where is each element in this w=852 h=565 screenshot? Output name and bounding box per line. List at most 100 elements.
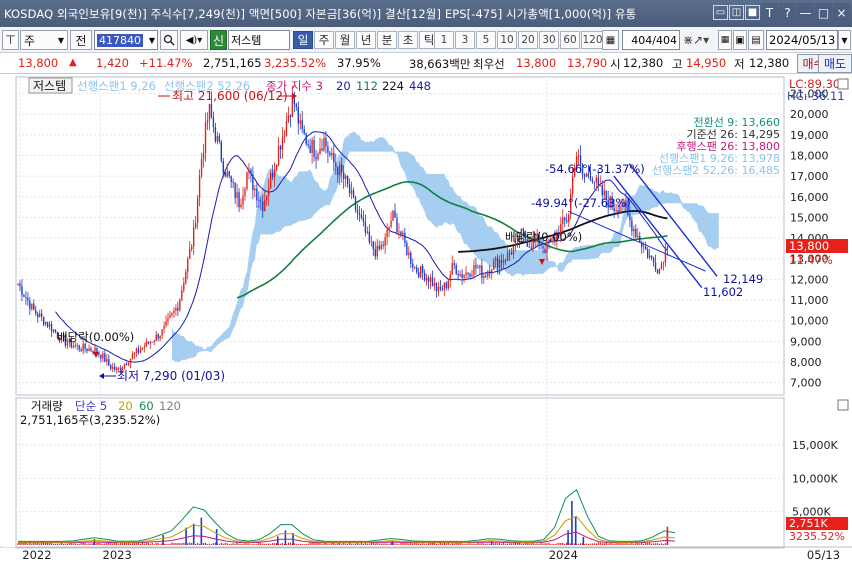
tab-month[interactable]: 월 [335,31,355,49]
tab-minute[interactable]: 분 [377,31,397,49]
grid-icon[interactable]: ▦ [718,30,732,50]
help-icon[interactable]: ? [779,3,796,22]
tab-day[interactable]: 일 [293,31,313,49]
stock-code-value: 417840 [97,33,143,47]
volume-bar [502,542,505,545]
volume-bar [649,542,651,545]
volume-bar [629,543,631,545]
candle-body [431,277,434,286]
volume-bar [39,543,41,545]
volume-bar [499,543,501,545]
calendar-icon[interactable]: ▤ [748,30,764,50]
volume-bar [550,543,552,545]
font-size-icon[interactable]: T [761,3,778,22]
interval-1[interactable]: 1 [434,31,454,49]
pin-icon[interactable]: ⊤ [2,30,19,50]
candle-body [384,237,386,246]
maximize-panel-icon[interactable] [837,399,849,411]
high-label: 고 [672,57,683,71]
candle-body [360,214,363,219]
mode-select[interactable]: 주 ▼ [20,30,68,50]
volume-bar [605,542,607,545]
volume-bar [406,543,408,545]
prev-button[interactable]: 전 [70,30,92,50]
candle-body [206,120,209,123]
x-axis-labels: 2022 2023 2024 05/13 [22,548,840,562]
interval-5[interactable]: 5 [476,31,496,49]
volume-bar [495,543,497,545]
save-screen-icon[interactable]: ■ [745,5,760,20]
volume-bar [238,543,240,545]
high-annotation: 최고 21,600 (06/12) [172,89,288,103]
interval-3[interactable]: 3 [455,31,475,49]
candle-body [512,246,515,255]
interval-60[interactable]: 60 [560,31,580,49]
volume-bar [198,543,201,545]
volume-bar [639,543,641,545]
price-volume-chart[interactable]: 21,00020,00019,00018,00017,00016,00015,0… [0,75,852,562]
volume-bar [327,543,329,545]
angle-annotation-1: -54.66°(-31.37%) [545,162,645,176]
interval-20[interactable]: 20 [518,31,538,49]
candle-body [285,121,288,136]
dividend-annotation-2: 배당락(0.00%) [505,230,582,244]
volume-bar [120,542,122,545]
volume-bar [400,542,402,545]
candle-body [643,246,645,248]
volume-bar [558,542,560,545]
volume-bar [455,543,457,545]
candle-body [544,248,546,253]
candle-body [189,249,191,259]
settings-grid-icon[interactable]: ▦ [602,30,619,50]
volume-bar [398,544,400,545]
candle-body [493,260,495,270]
candle-body [394,210,396,218]
candle-body [86,348,88,352]
interval-30[interactable]: 30 [539,31,559,49]
volume-bar [315,542,317,545]
volume-bar [469,543,471,545]
chart-area[interactable]: 21,000 20,000 19,000 18,000 17,000 16,000 15,0… [0,75,852,562]
candle-body [161,329,163,336]
sound-icon[interactable]: ◀)▾ [180,30,208,50]
current-price-tag-text: 13,800 [789,239,829,253]
interval-120[interactable]: 120 [581,31,604,49]
tab-year[interactable]: 년 [356,31,376,49]
volume-bar [179,543,181,545]
search-icon[interactable] [160,30,178,50]
maximize-price-panel-icon[interactable] [837,78,849,90]
volume-spike-bar [567,530,569,545]
volume-bar [264,543,266,545]
candle-body [135,348,138,354]
volume-bar [98,542,100,545]
sell-button[interactable]: 매도 [818,54,852,73]
candle-body [218,135,221,142]
maximize-button[interactable]: □ [815,3,832,22]
credit-badge[interactable]: 신 [210,30,227,50]
tools-icon[interactable]: ⋇↗▾ [683,30,717,50]
stock-code-input[interactable]: 417840 ▼ [94,30,158,50]
candle-body [163,325,165,330]
candle-body [74,345,76,347]
tab-week[interactable]: 주 [314,31,334,49]
date-dropdown-icon[interactable]: ▼ [838,30,851,50]
candle-body [479,265,481,268]
legend-ma20: 20 [336,79,351,93]
stock-chart-window: KOSDAQ 외국인보유[9(천)] 주식수[7,249(천)] 액면[500]… [0,0,852,562]
candle-body [108,359,110,366]
link-icon[interactable]: ▭ [713,5,728,20]
layout-icon[interactable]: ◫ [729,5,744,20]
data-count-field[interactable]: 404 /404 [622,30,680,50]
minimize-button[interactable]: — [797,3,814,22]
tab-second[interactable]: 초 [398,31,418,49]
date-field[interactable]: 2024/05/13 [766,30,838,50]
candle-body [244,189,246,196]
save-icon[interactable]: ▣ [733,30,747,50]
volume-bar [473,543,475,545]
legend-vol-ma5: 단순 5 [75,399,107,413]
volume-bar [82,542,84,545]
interval-10[interactable]: 10 [497,31,517,49]
candle-body [530,247,532,249]
close-button[interactable]: × [833,3,850,22]
volume-bar [114,542,116,545]
